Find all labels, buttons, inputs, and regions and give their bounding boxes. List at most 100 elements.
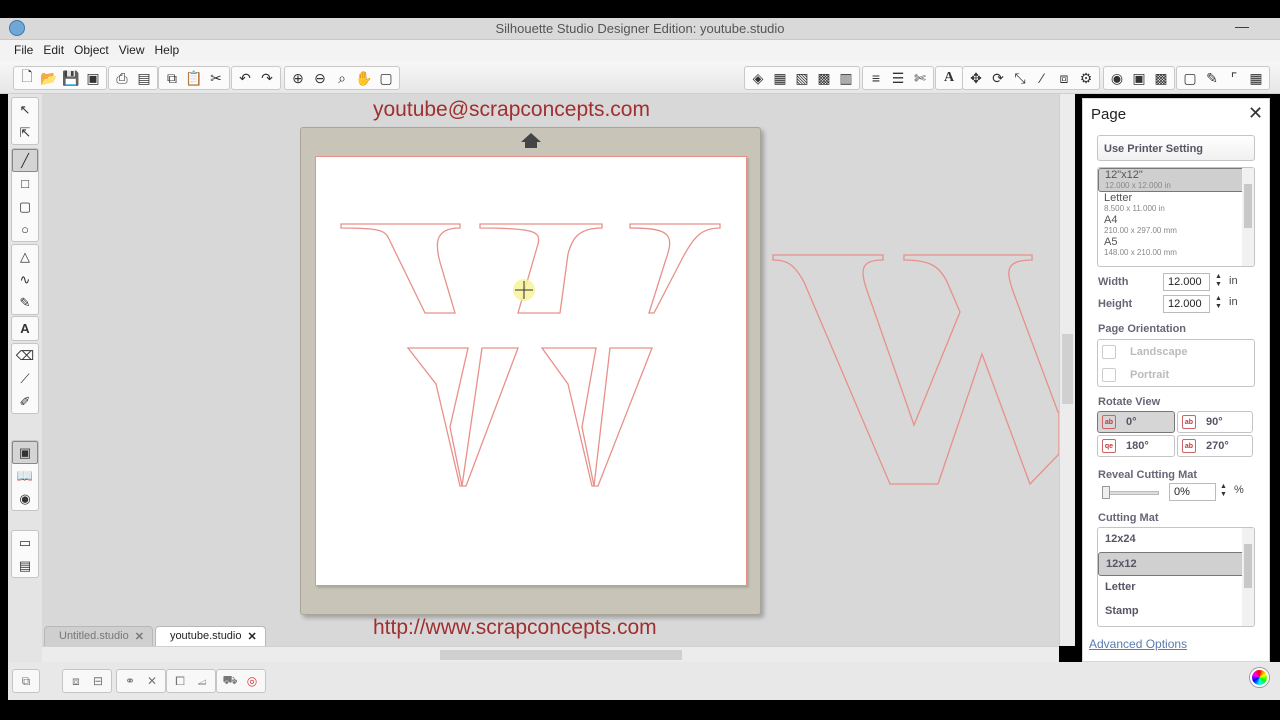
page-size-list[interactable]: 12"x12" 12.000 x 12.000 in Letter 8.500 x … xyxy=(1097,167,1255,267)
delete-icon[interactable]: ✕ xyxy=(141,671,163,691)
open-icon[interactable]: 📂 xyxy=(38,68,60,88)
cut-send-icon[interactable]: ▦ xyxy=(1245,68,1267,88)
height-spinner-icon[interactable]: ▲ ▼ xyxy=(1215,295,1222,311)
rounded-rect-tool-icon[interactable]: ▢ xyxy=(12,195,38,218)
menu-object[interactable]: Object xyxy=(69,40,114,57)
height-input[interactable]: 12.000 xyxy=(1163,295,1210,313)
menu-edit[interactable]: Edit xyxy=(38,40,69,57)
cut-settings-icon[interactable]: ✄ xyxy=(909,68,931,88)
reveal-slider[interactable] xyxy=(1102,486,1159,499)
layout-split-icon[interactable]: ▭ xyxy=(12,531,38,554)
store-view-icon[interactable]: ◉ xyxy=(12,487,38,510)
save-library-icon[interactable]: ▣ xyxy=(82,68,104,88)
rotate-90-button[interactable]: ab 90° xyxy=(1177,411,1253,433)
undo-icon[interactable]: ↶ xyxy=(234,68,256,88)
menu-help[interactable]: Help xyxy=(150,40,185,57)
trace-icon[interactable]: ▣ xyxy=(1128,68,1150,88)
advanced-options-link[interactable]: Advanced Options xyxy=(1089,637,1187,651)
width-spinner-icon[interactable]: ▲ ▼ xyxy=(1215,273,1222,289)
rotate-180-button[interactable]: qe 180° xyxy=(1097,435,1175,457)
rectangle-tool-icon[interactable]: □ xyxy=(12,172,38,195)
mat-option[interactable]: 12x24 xyxy=(1098,528,1254,552)
knife-tool-icon[interactable]: ⟋ xyxy=(12,367,38,390)
design-canvas[interactable]: youtube@scrapconcepts.com http://www.scr… xyxy=(42,94,1059,646)
store-icon[interactable]: ▩ xyxy=(1150,68,1172,88)
cut-icon[interactable]: ✂ xyxy=(205,68,227,88)
redo-icon[interactable]: ↷ xyxy=(256,68,278,88)
close-tab-icon[interactable]: ✕ xyxy=(248,630,257,646)
rotate-icon[interactable]: ⟳ xyxy=(987,68,1009,88)
ellipse-tool-icon[interactable]: ○ xyxy=(12,218,38,241)
list-item[interactable]: Letter 8.500 x 11.000 in xyxy=(1098,192,1254,214)
print-cut-icon[interactable]: ▤ xyxy=(133,68,155,88)
reveal-input[interactable]: 0% xyxy=(1169,483,1216,501)
curve-tool-icon[interactable]: ∿ xyxy=(12,268,38,291)
send-back-icon[interactable]: ⧡ xyxy=(191,671,213,691)
minimize-icon[interactable]: — xyxy=(1230,19,1254,37)
page-settings-icon[interactable]: ▢ xyxy=(1179,68,1201,88)
mat-option[interactable]: Stamp xyxy=(1098,600,1254,624)
slider-knob[interactable] xyxy=(1102,486,1110,499)
eraser-tool-icon[interactable]: ⌫ xyxy=(12,344,38,367)
replicate-icon[interactable]: ⧈ xyxy=(1053,68,1075,88)
shear-icon[interactable]: ⁄ xyxy=(1031,68,1053,88)
make-compound-icon[interactable]: ⧈ xyxy=(65,671,87,691)
copy-icon[interactable]: ⧉ xyxy=(161,68,183,88)
vertical-scrollbar[interactable] xyxy=(1059,94,1075,646)
scroll-thumb[interactable] xyxy=(1244,544,1252,588)
list-scrollbar[interactable] xyxy=(1242,168,1254,266)
print-icon[interactable]: ⎙ xyxy=(111,68,133,88)
release-compound-icon[interactable]: ⊟ xyxy=(87,671,109,691)
line-color-icon[interactable]: ▩ xyxy=(813,68,835,88)
scale-icon[interactable]: ⤡ xyxy=(1009,68,1031,88)
brush-tool-icon[interactable]: ✐ xyxy=(12,390,38,413)
portrait-option[interactable]: Portrait xyxy=(1098,363,1254,386)
zoom-out-icon[interactable]: ⊖ xyxy=(309,68,331,88)
rotate-270-button[interactable]: ab 270° xyxy=(1177,435,1253,457)
line-dash-icon[interactable]: ☰ xyxy=(887,68,909,88)
list-scrollbar[interactable] xyxy=(1242,528,1254,626)
new-icon[interactable]: 🗋 xyxy=(16,68,38,88)
line-width-icon[interactable]: ≡ xyxy=(865,68,887,88)
close-tab-icon[interactable]: ✕ xyxy=(135,630,144,646)
edit-points-icon[interactable]: ⇱ xyxy=(12,121,38,144)
bring-front-icon[interactable]: ⧠ xyxy=(169,671,191,691)
list-item[interactable]: 12"x12" 12.000 x 12.000 in xyxy=(1098,168,1254,192)
rotate-0-button[interactable]: ab 0° xyxy=(1097,411,1175,433)
zoom-in-icon[interactable]: ⊕ xyxy=(287,68,309,88)
checkbox[interactable] xyxy=(1102,344,1116,359)
mat-option[interactable]: 12x12 xyxy=(1098,552,1254,576)
list-item[interactable]: A5 148.00 x 210.00 mm xyxy=(1098,236,1254,258)
menu-view[interactable]: View xyxy=(114,40,150,57)
select-arrow-icon[interactable]: ↖ xyxy=(12,98,38,121)
align-icon[interactable]: ✥ xyxy=(965,68,987,88)
freehand-tool-icon[interactable]: ✎ xyxy=(12,291,38,314)
line-tool-icon[interactable]: ╱ xyxy=(12,149,38,172)
fit-page-icon[interactable]: ▢ xyxy=(375,68,397,88)
save-icon[interactable]: 💾 xyxy=(60,68,82,88)
design-view-icon[interactable]: ▣ xyxy=(12,441,38,464)
color-wheel-icon[interactable] xyxy=(1250,668,1269,687)
zoom-select-icon[interactable]: ⌕ xyxy=(331,68,353,88)
horizontal-scrollbar[interactable] xyxy=(42,646,1059,662)
fill-color-icon[interactable]: ◈ xyxy=(747,68,769,88)
use-printer-setting-button[interactable]: Use Printer Setting xyxy=(1097,135,1255,161)
scroll-thumb[interactable] xyxy=(1062,334,1073,404)
mat-option[interactable]: Letter xyxy=(1098,576,1254,600)
scroll-thumb[interactable] xyxy=(1244,184,1252,228)
sketch-icon[interactable]: ✎ xyxy=(1201,68,1223,88)
modify-icon[interactable]: ⚙ xyxy=(1075,68,1097,88)
line-style-icon[interactable]: ▥ xyxy=(835,68,857,88)
registration-icon[interactable]: ⌜ xyxy=(1223,68,1245,88)
group-icon[interactable]: ⧉ xyxy=(15,671,37,691)
close-icon[interactable]: ✕ xyxy=(1248,103,1263,124)
layout-grid-icon[interactable]: ▤ xyxy=(12,554,38,577)
cutting-mat-list[interactable]: 12x24 12x12 Letter Stamp xyxy=(1097,527,1255,627)
scroll-thumb[interactable] xyxy=(440,650,682,660)
fill-bucket-icon[interactable]: ⛟ xyxy=(219,671,241,691)
tab-untitled[interactable]: Untitled.studio ✕ xyxy=(44,626,153,646)
tab-youtube[interactable]: youtube.studio ✕ xyxy=(154,626,266,646)
fill-pattern-icon[interactable]: ▧ xyxy=(791,68,813,88)
landscape-option[interactable]: Landscape xyxy=(1098,340,1254,363)
list-item[interactable]: A4 210.00 x 297.00 mm xyxy=(1098,214,1254,236)
